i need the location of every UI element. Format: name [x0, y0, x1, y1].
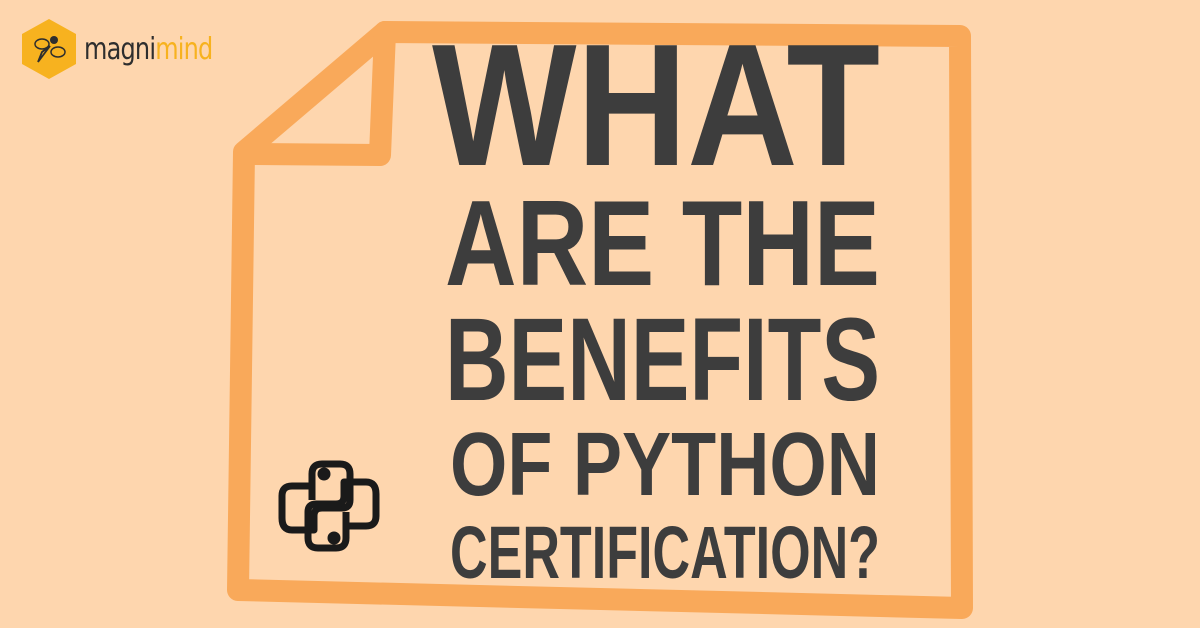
headline-line-5: CERTIFICATION? [450, 511, 880, 594]
bee-hexagon-icon [22, 19, 76, 79]
headline-line-1: WHAT [432, 7, 880, 202]
headline-line-4: OF PYTHON [450, 415, 880, 515]
headline-line-3: BENEFITS [445, 294, 880, 426]
brand-part-1: magni [84, 31, 156, 67]
headline-line-2: ARE THE [445, 175, 880, 311]
python-logo-icon [278, 460, 380, 552]
brand-part-2: mind [155, 31, 213, 67]
illustration: WHAT ARE THE BENEFITS OF PYTHON CERTIFIC… [227, 7, 973, 619]
magnimind-logo[interactable]: magnimind [20, 18, 245, 80]
brand-name: magnimind [84, 32, 213, 67]
